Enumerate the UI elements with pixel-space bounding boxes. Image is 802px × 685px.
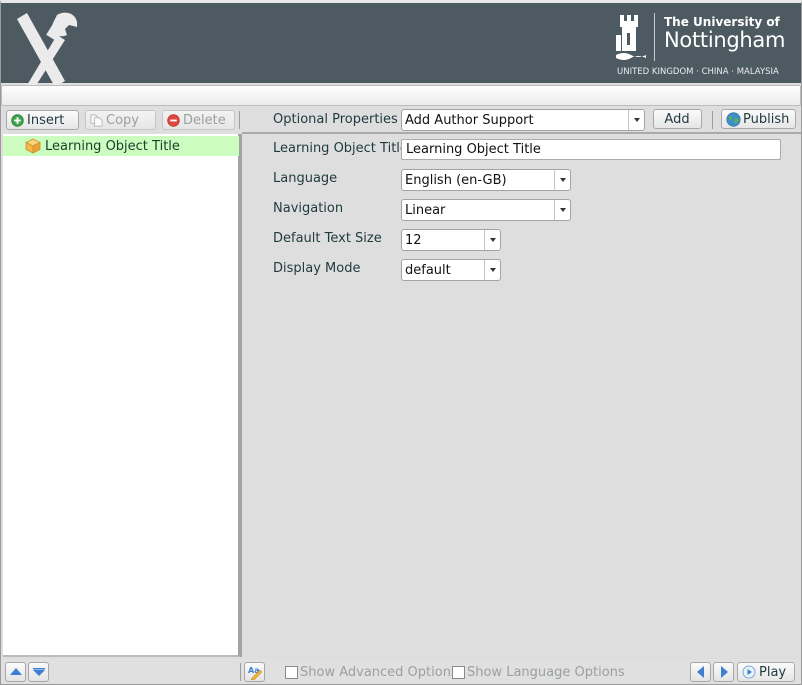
chevron-down-icon bbox=[484, 230, 500, 250]
plus-circle-icon bbox=[11, 113, 24, 127]
add-button[interactable]: Add bbox=[653, 109, 702, 129]
arrow-left-icon bbox=[696, 666, 704, 678]
university-line1: The University of bbox=[664, 15, 780, 29]
optional-properties-select[interactable]: Add Author Support bbox=[401, 109, 645, 131]
toolbar-separator bbox=[239, 111, 240, 129]
language-label: Language bbox=[273, 171, 338, 186]
text-size-label: Default Text Size bbox=[273, 231, 382, 246]
checkbox-box[interactable] bbox=[452, 666, 465, 679]
move-down-button[interactable] bbox=[28, 662, 49, 682]
header-banner: The University of Nottingham UNITED KING… bbox=[1, 3, 801, 87]
show-advanced-label: Show Advanced Options bbox=[300, 665, 458, 680]
delete-circle-icon bbox=[167, 113, 180, 127]
display-mode-select[interactable]: default bbox=[401, 259, 501, 281]
delete-button[interactable]: Delete bbox=[162, 110, 235, 130]
bottom-separator bbox=[240, 663, 241, 681]
object-tree: Learning Object Title bbox=[3, 134, 240, 657]
globe-icon bbox=[726, 111, 741, 127]
tools-icon bbox=[17, 12, 78, 87]
language-value: English (en-GB) bbox=[405, 172, 507, 188]
navigation-value: Linear bbox=[405, 202, 446, 218]
logo-divider bbox=[654, 13, 655, 61]
play-icon bbox=[742, 665, 756, 679]
tree-item-label: Learning Object Title bbox=[45, 138, 180, 154]
copy-label: Copy bbox=[106, 112, 139, 128]
copy-icon bbox=[90, 114, 103, 126]
castle-icon bbox=[616, 15, 646, 60]
text-size-select[interactable]: 12 bbox=[401, 229, 501, 251]
toolbar-separator bbox=[712, 111, 713, 129]
publish-button[interactable]: Publish bbox=[721, 109, 796, 129]
display-mode-value: default bbox=[405, 262, 451, 278]
navigation-label: Navigation bbox=[273, 201, 344, 216]
title-input[interactable]: Learning Object Title bbox=[401, 139, 781, 160]
play-label: Play bbox=[759, 664, 787, 680]
add-label: Add bbox=[664, 111, 690, 127]
arrow-right-icon bbox=[720, 666, 728, 678]
university-logo: The University of Nottingham UNITED KING… bbox=[616, 11, 791, 81]
show-advanced-checkbox[interactable]: Show Advanced Options bbox=[285, 665, 458, 680]
show-language-checkbox[interactable]: Show Language Options bbox=[452, 665, 625, 680]
optional-properties-value: Add Author Support bbox=[405, 112, 534, 128]
tree-item-learning-object[interactable]: Learning Object Title bbox=[3, 136, 239, 156]
copy-button[interactable]: Copy bbox=[85, 110, 156, 130]
optional-properties-label: Optional Properties bbox=[273, 112, 398, 127]
show-language-label: Show Language Options bbox=[467, 665, 625, 680]
edit-language-button[interactable]: Aa bbox=[244, 662, 265, 682]
language-select[interactable]: English (en-GB) bbox=[401, 169, 571, 191]
pencil-text-icon: Aa bbox=[248, 666, 262, 680]
publish-label: Publish bbox=[743, 111, 790, 127]
university-name: Nottingham bbox=[664, 28, 786, 52]
chevron-down-icon bbox=[484, 260, 500, 280]
insert-label: Insert bbox=[27, 112, 65, 128]
checkbox-box[interactable] bbox=[285, 666, 298, 679]
insert-button[interactable]: Insert bbox=[6, 110, 79, 130]
move-up-button[interactable] bbox=[5, 662, 26, 682]
chevron-down-icon bbox=[628, 110, 644, 130]
text-size-value: 12 bbox=[405, 232, 422, 248]
previous-button[interactable] bbox=[690, 662, 711, 682]
arrow-down-icon bbox=[32, 668, 45, 676]
chevron-down-icon bbox=[554, 200, 570, 220]
blank-bar bbox=[1, 85, 801, 106]
display-mode-label: Display Mode bbox=[273, 261, 361, 276]
title-label: Learning Object Title bbox=[273, 141, 408, 156]
university-campuses: UNITED KINGDOM · CHINA · MALAYSIA bbox=[617, 67, 779, 77]
package-icon bbox=[25, 138, 41, 154]
arrow-up-icon bbox=[9, 668, 22, 675]
next-button[interactable] bbox=[713, 662, 734, 682]
chevron-down-icon bbox=[554, 170, 570, 190]
delete-label: Delete bbox=[183, 112, 226, 128]
navigation-select[interactable]: Linear bbox=[401, 199, 571, 221]
play-button[interactable]: Play bbox=[737, 662, 795, 682]
